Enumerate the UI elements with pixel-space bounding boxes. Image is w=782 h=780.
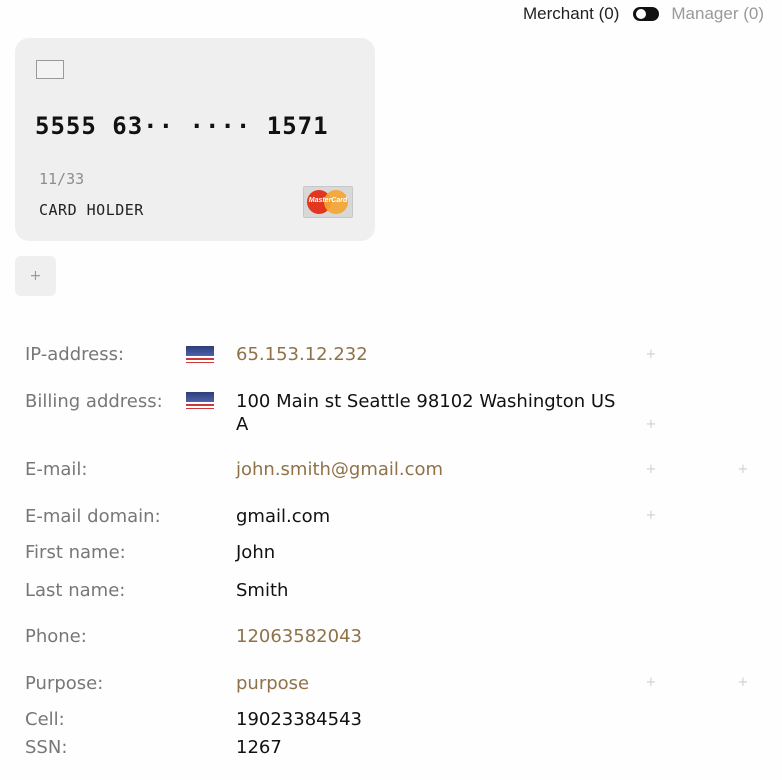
purpose-extra-plus-icon[interactable]: + [736, 675, 750, 690]
mastercard-logo-icon: MasterCard [303, 186, 353, 218]
billing-address-value: 100 Main st Seattle 98102 Washington USA [236, 391, 616, 435]
billing-add-plus-icon[interactable]: + [644, 417, 658, 432]
ssn-label: SSN: [25, 737, 68, 758]
first-name-label: First name: [25, 542, 126, 563]
last-name-value: Smith [236, 580, 289, 601]
email-domain-plus-icon[interactable]: + [644, 508, 658, 523]
card-holder: CARD HOLDER [39, 201, 144, 219]
first-name-value: John [236, 542, 276, 563]
purpose-value[interactable]: purpose [236, 673, 309, 694]
email-domain-value: gmail.com [236, 506, 331, 527]
mode-toggle[interactable] [633, 7, 660, 21]
email-label: E-mail: [25, 459, 88, 480]
billing-address-label: Billing address: [25, 391, 163, 412]
ssn-value: 1267 [236, 737, 282, 758]
toggle-knob [636, 9, 647, 19]
purpose-add-plus-icon[interactable]: + [644, 675, 658, 690]
email-value[interactable]: john.smith@gmail.com [236, 459, 443, 480]
phone-label: Phone: [25, 626, 87, 647]
merchant-label[interactable]: Merchant (0) [523, 4, 619, 24]
cell-value: 19023384543 [236, 709, 362, 730]
email-extra-plus-icon[interactable]: + [736, 462, 750, 477]
us-flag-icon [186, 392, 214, 409]
card-chip-icon [36, 60, 64, 79]
ip-address-value[interactable]: 65.153.12.232 [236, 344, 368, 365]
email-add-plus-icon[interactable]: + [644, 462, 658, 477]
card-expiry: 11/33 [39, 170, 85, 188]
last-name-label: Last name: [25, 580, 126, 601]
phone-value[interactable]: 12063582043 [236, 626, 362, 647]
us-flag-icon [186, 346, 214, 363]
ip-add-plus-icon[interactable]: + [644, 347, 658, 362]
card-number: 5555 63·· ···· 1571 [35, 112, 329, 140]
manager-label[interactable]: Manager (0) [671, 4, 764, 24]
mode-switch: Merchant (0) Manager (0) [523, 4, 764, 24]
add-card-button[interactable]: + [15, 256, 56, 296]
cell-label: Cell: [25, 709, 65, 730]
credit-card: 5555 63·· ···· 1571 11/33 CARD HOLDER Ma… [15, 38, 375, 241]
purpose-label: Purpose: [25, 673, 104, 694]
ip-address-label: IP-address: [25, 344, 125, 365]
email-domain-label: E-mail domain: [25, 506, 161, 527]
